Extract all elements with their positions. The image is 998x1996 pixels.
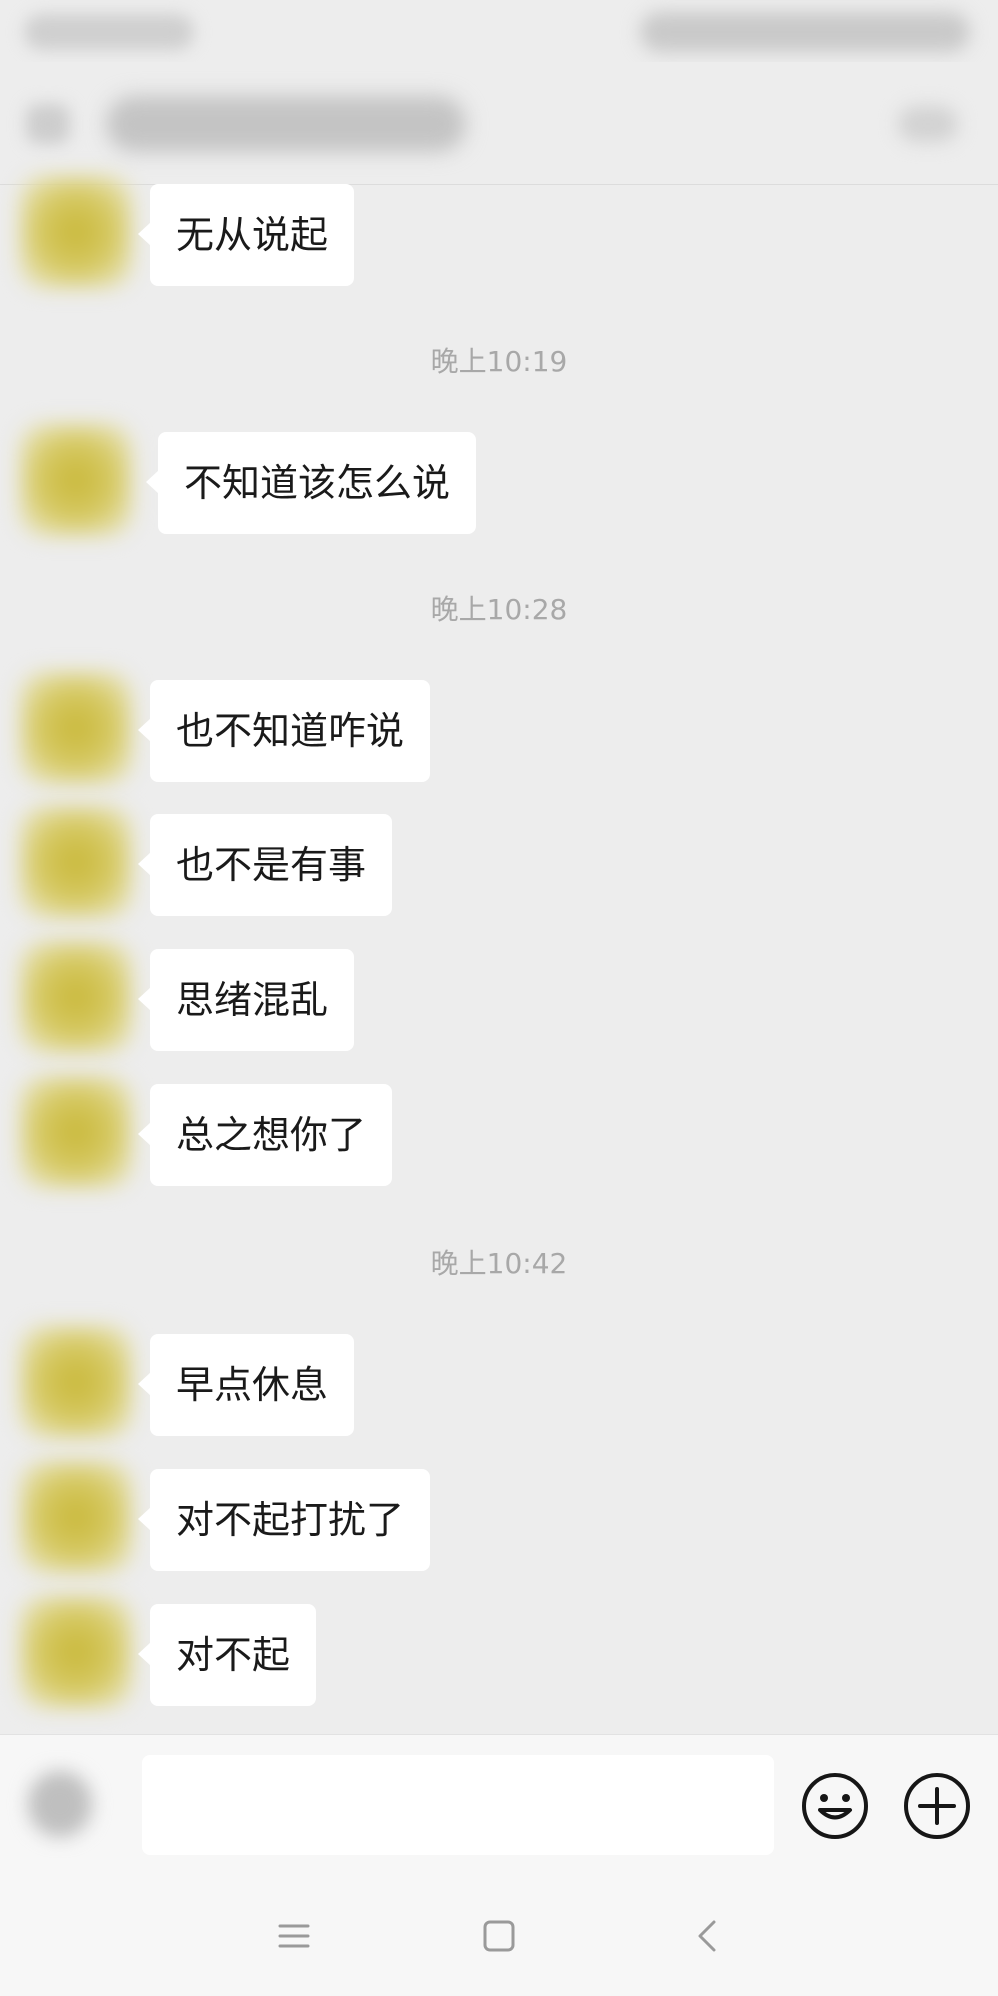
menu-lines-icon-svg (278, 1924, 310, 1948)
avatar-blurred[interactable] (20, 176, 132, 288)
avatar-blurred[interactable] (20, 806, 132, 918)
chat-input-bar (0, 1734, 998, 1875)
avatar-blurred[interactable] (20, 1596, 132, 1708)
message-bubble[interactable]: 无从说起 (137, 184, 355, 286)
system-navigation-bar (0, 1874, 998, 1996)
chevron-left-icon-svg (698, 1920, 716, 1952)
message-input[interactable] (142, 1755, 774, 1855)
timestamp: 晚上10:42 (430, 1247, 568, 1280)
message-bubble[interactable]: 对不起打扰了 (137, 1469, 431, 1571)
avatar-blurred[interactable] (20, 1461, 132, 1573)
plus-circle-icon[interactable] (902, 1771, 972, 1841)
avatar-blurred[interactable] (20, 941, 132, 1053)
message-bubble[interactable]: 思绪混乱 (137, 949, 355, 1051)
plus-circle-icon-svg (904, 1773, 970, 1839)
chat-screen: 无从说起 晚上10:19 不知道该怎么说 晚上10:28 也不知道咋说 也不是有… (0, 0, 998, 1996)
message-bubble[interactable]: 对不起 (137, 1604, 317, 1706)
chat-title-blurred (106, 96, 466, 152)
menu-lines-icon[interactable] (272, 1914, 316, 1958)
chat-title-bar (0, 62, 998, 185)
square-home-icon[interactable] (477, 1914, 521, 1958)
status-bar-left-blurred (24, 14, 194, 50)
square-home-icon-svg (483, 1920, 515, 1952)
message-bubble[interactable]: 也不是有事 (137, 814, 393, 916)
back-button-blurred[interactable] (26, 104, 70, 144)
timestamp: 晚上10:28 (430, 593, 568, 626)
message-list[interactable]: 无从说起 晚上10:19 不知道该怎么说 晚上10:28 也不知道咋说 也不是有… (0, 176, 998, 1734)
status-bar (0, 0, 998, 62)
more-button-blurred[interactable] (898, 106, 958, 142)
avatar-blurred[interactable] (20, 672, 132, 784)
message-bubble[interactable]: 总之想你了 (137, 1084, 393, 1186)
message-bubble[interactable]: 早点休息 (137, 1334, 355, 1436)
voice-button-blurred[interactable] (28, 1771, 92, 1837)
avatar-blurred[interactable] (20, 1326, 132, 1438)
avatar-blurred[interactable] (20, 1076, 132, 1188)
message-bubble[interactable]: 不知道该怎么说 (145, 432, 477, 534)
chevron-left-icon[interactable] (686, 1914, 730, 1958)
smiley-face-icon[interactable] (800, 1771, 870, 1841)
message-bubble[interactable]: 也不知道咋说 (137, 680, 431, 782)
timestamp: 晚上10:19 (430, 345, 568, 378)
smiley-face-icon-svg (802, 1773, 868, 1839)
status-bar-right-blurred (640, 12, 970, 52)
avatar-blurred[interactable] (20, 424, 132, 536)
